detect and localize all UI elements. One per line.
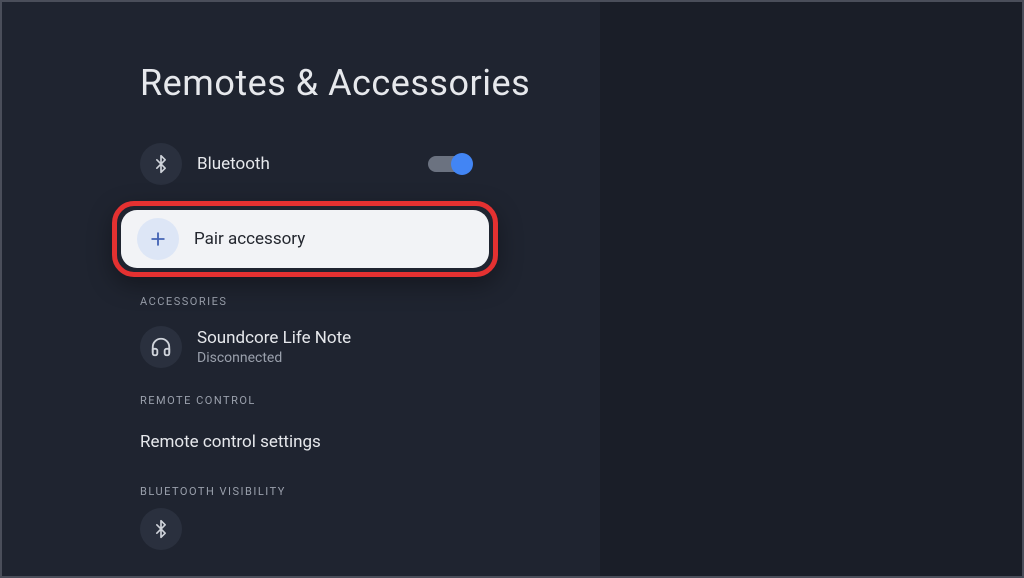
headphones-icon bbox=[140, 326, 182, 368]
settings-list-panel: Remotes & Accessories Bluetooth Pair acc… bbox=[2, 2, 602, 576]
bluetooth-icon bbox=[140, 143, 182, 185]
visibility-icon bbox=[140, 508, 182, 550]
accessory-status: Disconnected bbox=[197, 350, 351, 366]
accessory-name: Soundcore Life Note bbox=[197, 328, 351, 348]
page-title: Remotes & Accessories bbox=[140, 62, 602, 105]
pair-accessory-row[interactable]: Pair accessory bbox=[121, 210, 489, 268]
visibility-row[interactable] bbox=[140, 508, 474, 550]
bluetooth-label: Bluetooth bbox=[197, 154, 270, 174]
accessory-item-row[interactable]: Soundcore Life Note Disconnected bbox=[140, 318, 474, 376]
remote-control-settings-row[interactable]: Remote control settings bbox=[140, 417, 474, 467]
toggle-knob bbox=[451, 153, 473, 175]
detail-panel bbox=[600, 2, 1022, 576]
section-remote-control: REMOTE CONTROL bbox=[140, 394, 602, 407]
pair-accessory-label: Pair accessory bbox=[194, 229, 305, 249]
section-accessories: ACCESSORIES bbox=[140, 295, 602, 308]
plus-icon bbox=[137, 218, 179, 260]
section-bluetooth-visibility: BLUETOOTH VISIBILITY bbox=[140, 485, 602, 498]
remote-settings-label: Remote control settings bbox=[140, 432, 321, 452]
highlight-annotation: Pair accessory bbox=[112, 201, 498, 277]
bluetooth-row[interactable]: Bluetooth bbox=[140, 135, 474, 193]
bluetooth-toggle[interactable] bbox=[428, 156, 468, 172]
